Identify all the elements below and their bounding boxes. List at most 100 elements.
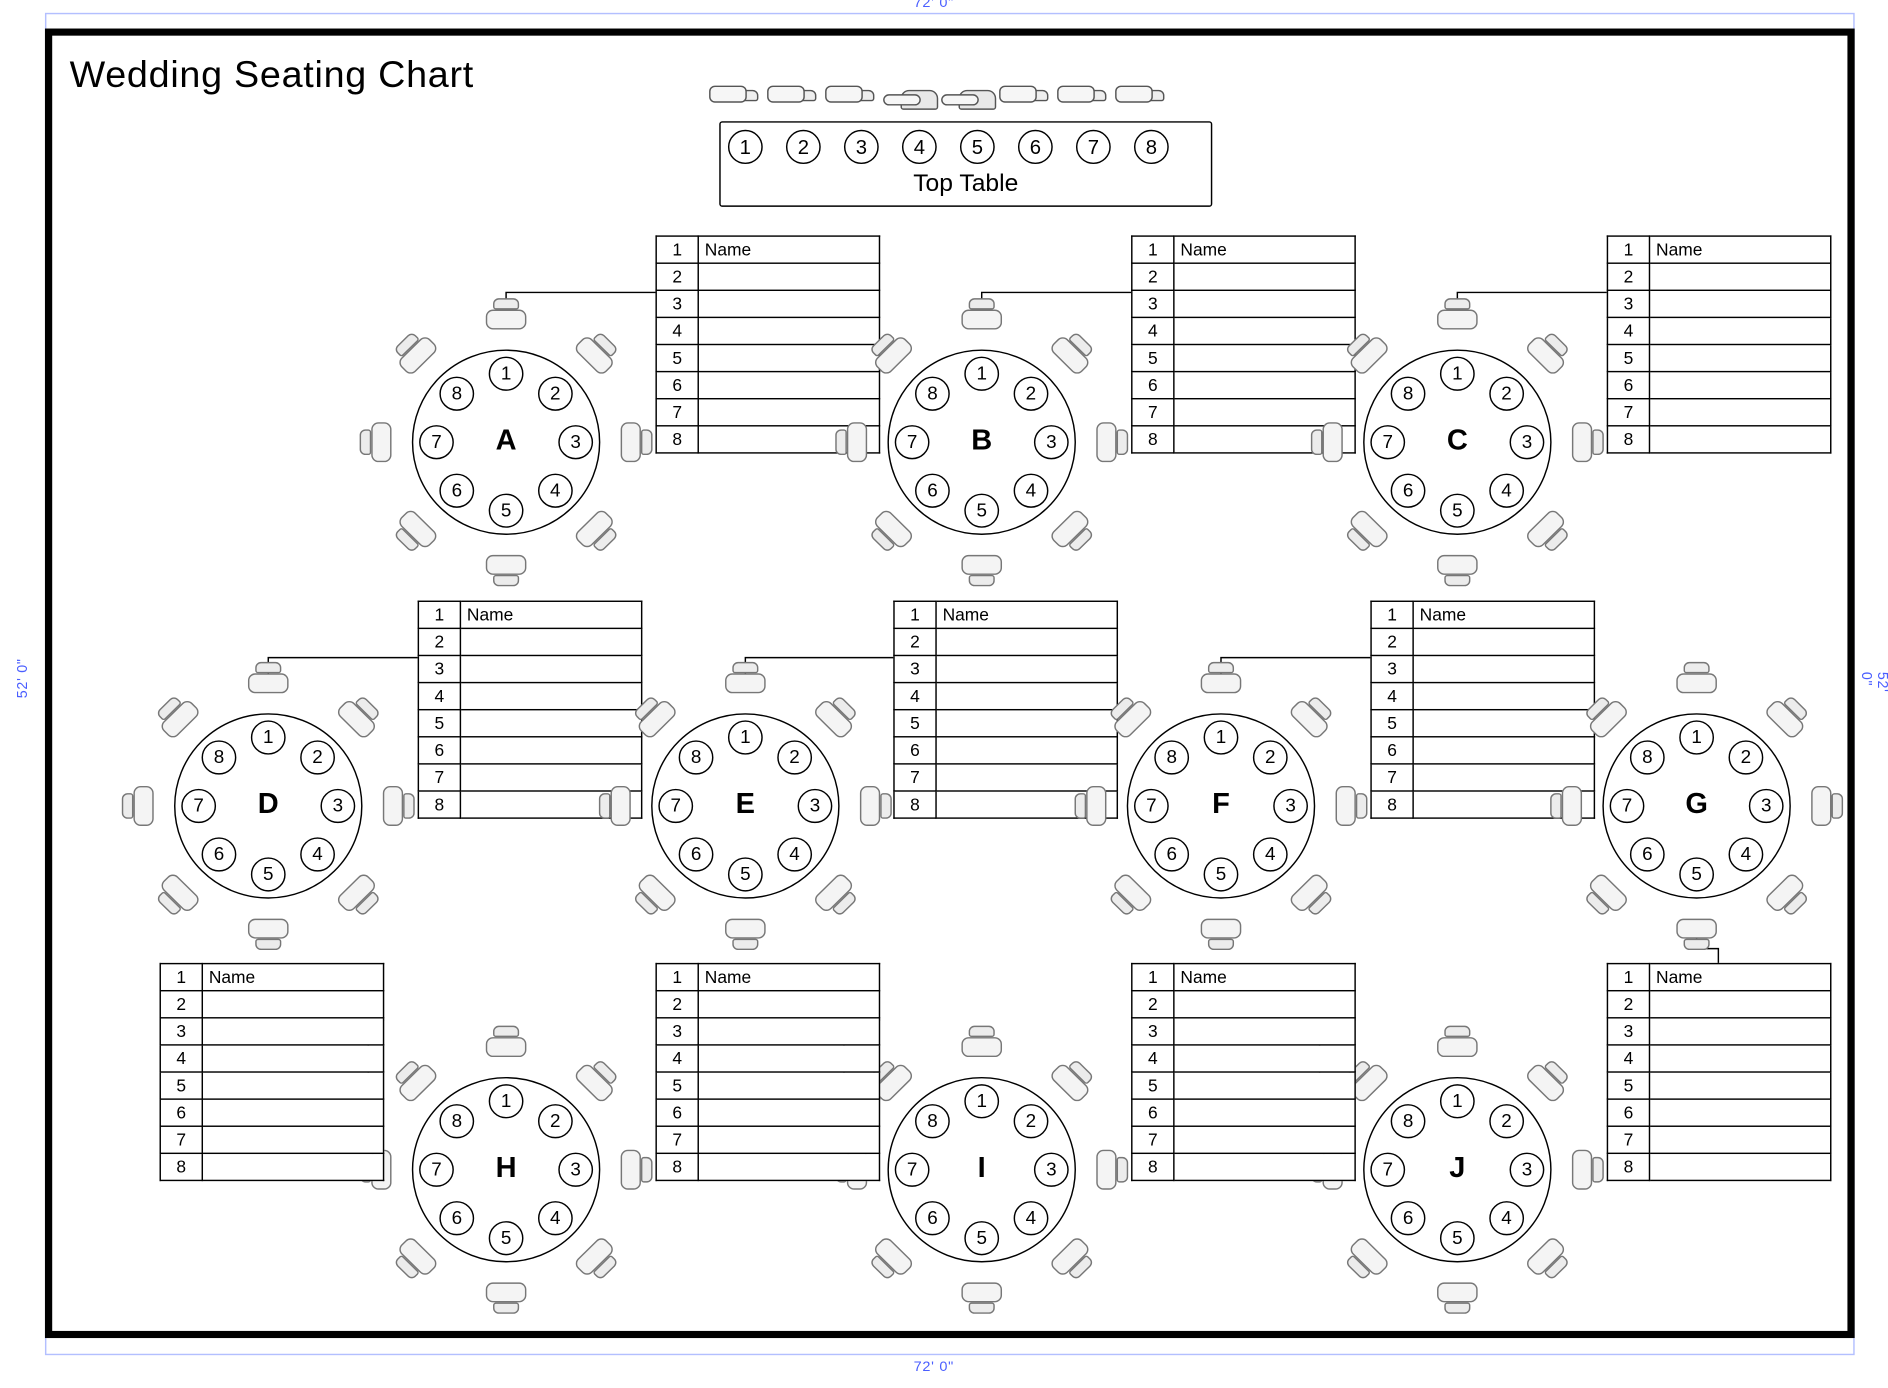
table-E-seat-8[interactable]: 8 (679, 740, 714, 774)
table-G-list-name-4[interactable] (1649, 1045, 1830, 1072)
table-H-seat-8[interactable]: 8 (439, 1104, 474, 1138)
table-G-seat-4[interactable]: 4 (1728, 837, 1763, 871)
table-J-list-name-5[interactable] (1174, 1072, 1355, 1099)
table-E-seat-7[interactable]: 7 (658, 789, 693, 823)
table-F-seat-2[interactable]: 2 (1253, 740, 1288, 774)
table-H-seat-7[interactable]: 7 (419, 1153, 454, 1187)
table-D[interactable]: D12345678 (138, 678, 399, 935)
table-A-seat-8[interactable]: 8 (439, 377, 474, 411)
table-C-seat-4[interactable]: 4 (1489, 474, 1524, 508)
table-G-seat-1[interactable]: 1 (1679, 720, 1714, 754)
table-A[interactable]: A12345678 (376, 314, 637, 571)
table-C-list-name-6[interactable] (1649, 372, 1830, 399)
table-C-chair-1[interactable] (1437, 310, 1478, 341)
table-F-seat-3[interactable]: 3 (1273, 789, 1308, 823)
table-J-list-name-7[interactable] (1174, 1126, 1355, 1153)
table-H-chair-1[interactable] (486, 1037, 527, 1068)
table-B-list-name-1[interactable]: Name (1174, 236, 1355, 263)
table-J-chair-3[interactable] (1560, 1150, 1592, 1190)
table-A-seat-4[interactable]: 4 (538, 474, 573, 508)
table-B-seat-7[interactable]: 7 (895, 425, 930, 459)
table-G-chair-3[interactable] (1800, 786, 1832, 826)
table-H-seat-5[interactable]: 5 (489, 1221, 524, 1255)
table-B[interactable]: B12345678 (851, 314, 1112, 571)
table-G-seat-3[interactable]: 3 (1749, 789, 1784, 823)
top-table-chair-6[interactable] (1017, 90, 1055, 121)
table-D-seat-8[interactable]: 8 (202, 740, 237, 774)
top-table-seat-6[interactable]: 6 (1018, 130, 1053, 164)
table-C-list-name-1[interactable]: Name (1649, 236, 1830, 263)
table-G-seat-2[interactable]: 2 (1728, 740, 1763, 774)
table-F-chair-7[interactable] (1086, 786, 1118, 826)
table-J[interactable]: J12345678 (1327, 1041, 1588, 1298)
table-G-seat-5[interactable]: 5 (1679, 857, 1714, 891)
table-B-list-name-2[interactable] (1174, 263, 1355, 290)
table-H-seat-3[interactable]: 3 (558, 1153, 593, 1187)
table-E-seat-4[interactable]: 4 (777, 837, 812, 871)
table-H-list-name-4[interactable] (202, 1045, 383, 1072)
table-A-seat-1[interactable]: 1 (489, 357, 524, 391)
table-J-seat-5[interactable]: 5 (1440, 1221, 1475, 1255)
top-table-chair-7[interactable] (1075, 90, 1113, 121)
table-G-seat-8[interactable]: 8 (1630, 740, 1665, 774)
table-I-list-name-1[interactable]: Name (698, 964, 879, 991)
table-H-list-name-6[interactable] (202, 1099, 383, 1126)
table-G-list-name-8[interactable] (1649, 1153, 1830, 1180)
table-C-list-name-8[interactable] (1649, 426, 1830, 453)
table-I[interactable]: I12345678 (851, 1041, 1112, 1298)
table-F-seat-5[interactable]: 5 (1204, 857, 1239, 891)
table-B-seat-1[interactable]: 1 (964, 357, 999, 391)
top-table-seat-3[interactable]: 3 (844, 130, 879, 164)
table-J-list-name-8[interactable] (1174, 1153, 1355, 1180)
table-C-seat-3[interactable]: 3 (1510, 425, 1545, 459)
top-table-seat-5[interactable]: 5 (960, 130, 995, 164)
table-J-list-name-3[interactable] (1174, 1018, 1355, 1045)
table-I-seat-7[interactable]: 7 (895, 1153, 930, 1187)
top-table-chair-5[interactable] (959, 90, 997, 121)
table-G-list-name-2[interactable] (1649, 991, 1830, 1018)
table-C-seat-2[interactable]: 2 (1489, 377, 1524, 411)
table-G[interactable]: G12345678 (1566, 678, 1827, 935)
table-C-seat-7[interactable]: 7 (1370, 425, 1405, 459)
table-A-list-name-2[interactable] (698, 263, 879, 290)
table-C-name-list[interactable]: 1Name2345678 (1607, 235, 1832, 453)
table-H-seat-6[interactable]: 6 (439, 1201, 474, 1235)
table-I-list-name-7[interactable] (698, 1126, 879, 1153)
table-D-name-list[interactable]: 1Name2345678 (418, 601, 643, 819)
table-G-list-name-1[interactable]: Name (1649, 964, 1830, 991)
table-D-seat-6[interactable]: 6 (202, 837, 237, 871)
table-B-name-list[interactable]: 1Name2345678 (1131, 235, 1356, 453)
table-G-list-name-6[interactable] (1649, 1099, 1830, 1126)
table-A-seat-2[interactable]: 2 (538, 377, 573, 411)
table-D-seat-7[interactable]: 7 (181, 789, 216, 823)
table-J-list-name-2[interactable] (1174, 991, 1355, 1018)
table-J-seat-3[interactable]: 3 (1510, 1153, 1545, 1187)
table-C-list-name-2[interactable] (1649, 263, 1830, 290)
table-G-chair-1[interactable] (1676, 673, 1717, 704)
table-I-seat-6[interactable]: 6 (915, 1201, 950, 1235)
table-B-seat-8[interactable]: 8 (915, 377, 950, 411)
table-C-seat-1[interactable]: 1 (1440, 357, 1475, 391)
table-A-chair-1[interactable] (486, 310, 527, 341)
table-F-chair-5[interactable] (1201, 907, 1242, 938)
table-F-seat-4[interactable]: 4 (1253, 837, 1288, 871)
table-I-list-name-4[interactable] (698, 1045, 879, 1072)
table-J-seat-1[interactable]: 1 (1440, 1084, 1475, 1118)
table-J-seat-8[interactable]: 8 (1391, 1104, 1426, 1138)
table-J-list-name-1[interactable]: Name (1174, 964, 1355, 991)
table-F-chair-3[interactable] (1324, 786, 1356, 826)
table-J-seat-2[interactable]: 2 (1489, 1104, 1524, 1138)
table-D-seat-3[interactable]: 3 (320, 789, 355, 823)
table-A-seat-7[interactable]: 7 (419, 425, 454, 459)
table-C-seat-6[interactable]: 6 (1391, 474, 1426, 508)
table-B-seat-4[interactable]: 4 (1014, 474, 1049, 508)
table-G-name-list[interactable]: 1Name2345678 (1607, 963, 1832, 1181)
table-I-seat-2[interactable]: 2 (1014, 1104, 1049, 1138)
table-E-seat-5[interactable]: 5 (728, 857, 763, 891)
table-D-chair-1[interactable] (248, 673, 289, 704)
table-J-seat-7[interactable]: 7 (1370, 1153, 1405, 1187)
table-D-seat-1[interactable]: 1 (251, 720, 286, 754)
table-I-list-name-3[interactable] (698, 1018, 879, 1045)
table-F-list-name-2[interactable] (1413, 628, 1594, 655)
table-B-seat-6[interactable]: 6 (915, 474, 950, 508)
